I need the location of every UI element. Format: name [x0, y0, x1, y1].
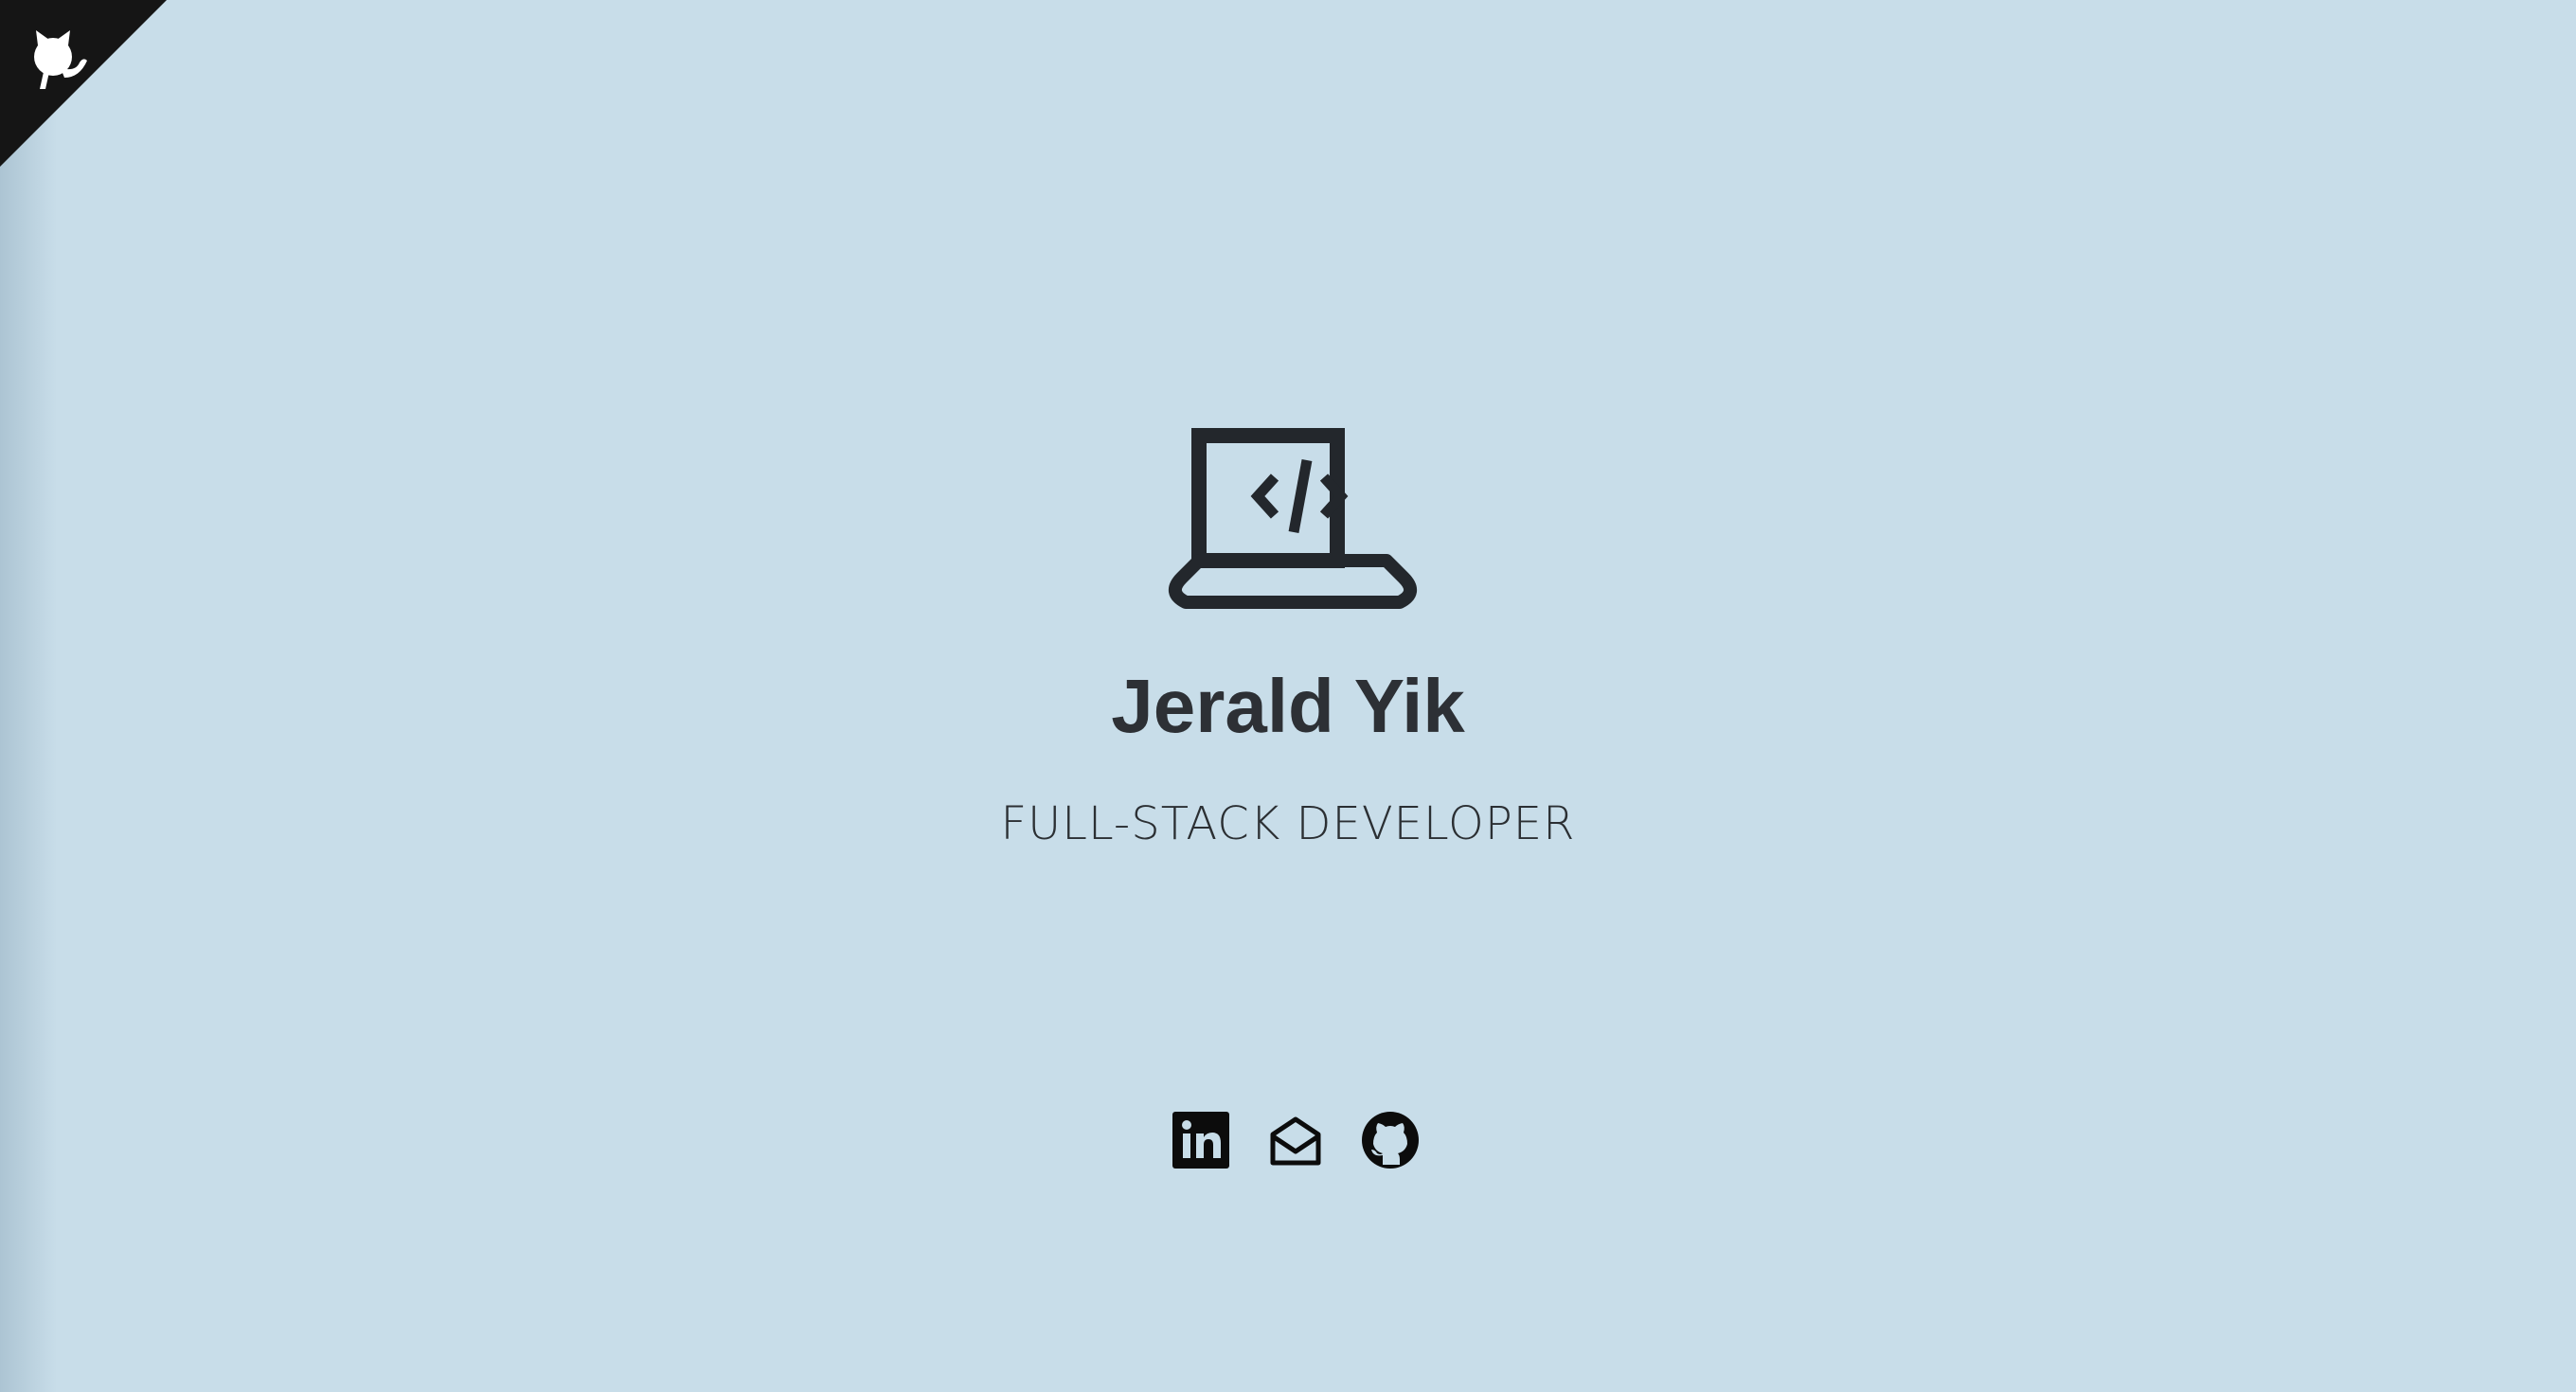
page-title: Jerald Yik [1111, 664, 1465, 748]
mail-open-icon [1270, 1116, 1321, 1166]
github-link[interactable] [1360, 1110, 1421, 1170]
social-links [1171, 1110, 1421, 1170]
github-icon [1362, 1112, 1419, 1169]
email-link[interactable] [1265, 1110, 1326, 1170]
github-corner-icon [0, 0, 167, 167]
job-title: FULL-STACK DEVELOPER [1000, 797, 1576, 850]
github-corner-link[interactable] [0, 0, 167, 167]
laptop-code-icon [1167, 428, 1419, 610]
linkedin-icon [1172, 1112, 1229, 1169]
linkedin-link[interactable] [1171, 1110, 1231, 1170]
